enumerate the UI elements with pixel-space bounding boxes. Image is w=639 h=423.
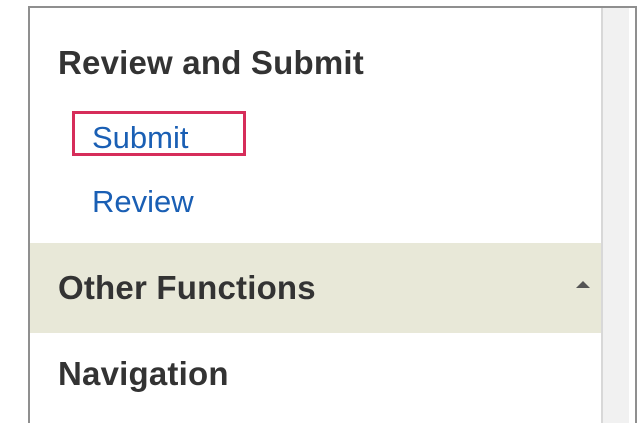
submit-link[interactable]: Submit: [92, 120, 188, 156]
collapse-up-icon[interactable]: [576, 281, 590, 288]
navigation-heading[interactable]: Navigation: [58, 355, 229, 393]
review-and-submit-heading: Review and Submit: [58, 44, 364, 81]
vertical-scrollbar[interactable]: [601, 8, 629, 423]
review-link[interactable]: Review: [92, 184, 194, 220]
side-menu-panel: Review and Submit Submit Review Other Fu…: [28, 6, 637, 423]
other-functions-heading: Other Functions: [58, 269, 316, 306]
other-functions-header[interactable]: Other Functions: [30, 243, 602, 333]
